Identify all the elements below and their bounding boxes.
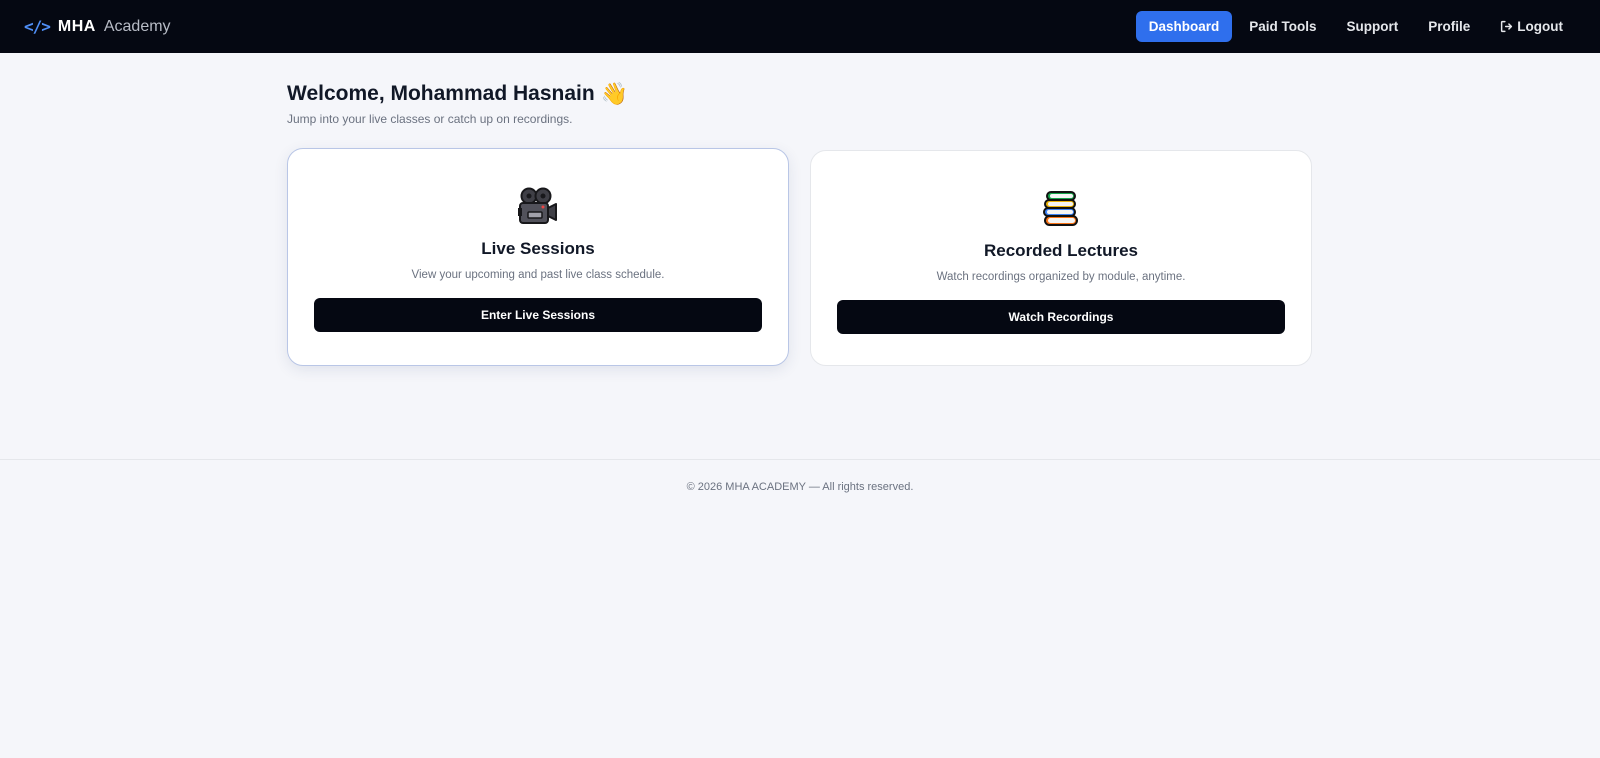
card-title: Live Sessions [481, 239, 595, 258]
page-subtitle: Jump into your live classes or catch up … [287, 112, 573, 126]
nav-item-label: Logout [1517, 19, 1563, 34]
nav-item-support[interactable]: Support [1334, 11, 1412, 42]
nav-item-dashboard[interactable]: Dashboard [1135, 11, 1233, 42]
nav-links: Dashboard Paid Tools Support Profile Log… [1135, 11, 1576, 42]
top-navbar: </> MHA Academy Dashboard Paid Tools Sup… [0, 0, 1600, 53]
page-title: Welcome, Mohammad Hasnain 👋 [287, 82, 1313, 106]
nav-item-logout[interactable]: Logout [1487, 11, 1576, 42]
brand-name-light: Academy [103, 17, 171, 35]
footer-copyright: © 2026 MHA ACADEMY — All rights reserved… [686, 481, 914, 493]
brand-name-strong: MHA [57, 17, 96, 35]
nav-item-label: Paid Tools [1249, 19, 1317, 34]
dashboard-cards: Live Sessions View your upcoming and pas… [287, 148, 1313, 366]
nav-item-profile[interactable]: Profile [1415, 11, 1483, 42]
logout-icon [1500, 20, 1513, 33]
card-description: Watch recordings organized by module, an… [936, 271, 1186, 283]
nav-item-paid-tools[interactable]: Paid Tools [1236, 11, 1329, 42]
nav-item-label: Dashboard [1148, 19, 1220, 34]
watch-recordings-button[interactable]: Watch Recordings [837, 300, 1285, 334]
movie-camera-icon [516, 185, 560, 229]
dashboard-main: Welcome, Mohammad Hasnain 👋 Jump into yo… [287, 82, 1313, 366]
welcome-text: Welcome, Mohammad Hasnain [287, 82, 595, 105]
card-description: View your upcoming and past live class s… [411, 269, 665, 281]
nav-item-label: Profile [1428, 19, 1471, 34]
recorded-lectures-card: Recorded Lectures Watch recordings organ… [810, 150, 1312, 366]
enter-live-sessions-button[interactable]: Enter Live Sessions [314, 298, 762, 332]
live-sessions-card: Live Sessions View your upcoming and pas… [287, 148, 789, 366]
card-title: Recorded Lectures [984, 241, 1138, 260]
footer: © 2026 MHA ACADEMY — All rights reserved… [0, 459, 1600, 493]
code-icon: </> [24, 17, 51, 36]
books-icon [1039, 187, 1083, 231]
brand-logo[interactable]: </> MHA Academy [24, 17, 171, 36]
waving-hand-icon: 👋 [600, 81, 629, 106]
nav-item-label: Support [1346, 19, 1399, 34]
